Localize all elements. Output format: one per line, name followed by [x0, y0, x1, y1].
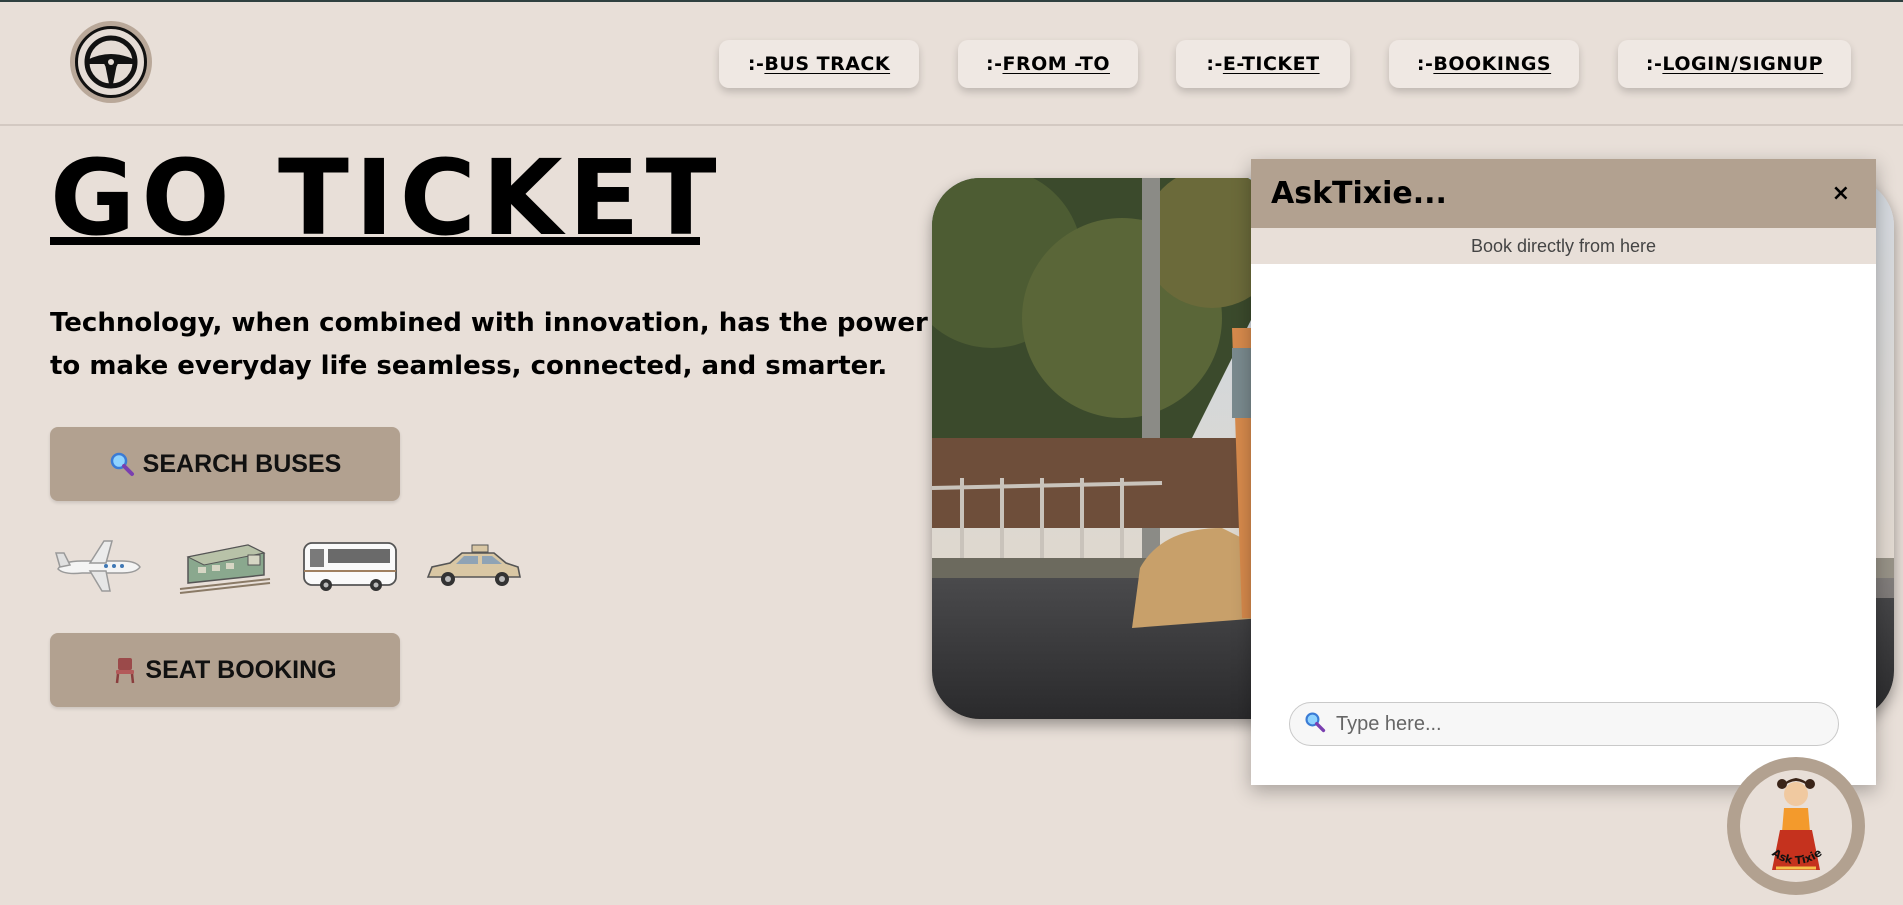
bus-icon — [300, 535, 400, 595]
steering-wheel-icon — [75, 26, 147, 98]
magnifier-icon — [109, 451, 135, 477]
nav-label: BOOKINGS — [1433, 53, 1552, 75]
ask-tixie-button[interactable]: Ask Tixie — [1727, 757, 1865, 895]
airplane-icon — [52, 535, 144, 595]
chat-title: AskTixie... — [1271, 176, 1447, 211]
nav-from-to[interactable]: :- FROM -TO — [958, 40, 1138, 88]
chair-icon — [113, 656, 137, 684]
chat-panel: AskTixie... × Book directly from here — [1251, 159, 1876, 785]
nav-login-signup[interactable]: :- LOGIN/SIGNUP — [1618, 40, 1851, 88]
nav-prefix: :- — [986, 53, 1003, 75]
nav-label: E-TICKET — [1222, 53, 1320, 75]
chat-subtitle: Book directly from here — [1251, 228, 1876, 264]
close-icon[interactable]: × — [1826, 181, 1856, 206]
search-icon — [1304, 711, 1326, 737]
seat-booking-label: SEAT BOOKING — [145, 655, 337, 684]
tixie-avatar: Ask Tixie — [1740, 770, 1852, 882]
chat-header: AskTixie... × — [1251, 159, 1876, 228]
nav-label: BUS TRACK — [764, 53, 891, 75]
chat-messages — [1251, 264, 1876, 644]
nav-prefix: :- — [1645, 53, 1663, 75]
svg-text:Ask Tixie: Ask Tixie — [1770, 846, 1825, 867]
chat-input[interactable] — [1334, 711, 1824, 737]
nav-label: LOGIN/SIGNUP — [1662, 53, 1824, 75]
nav-e-ticket[interactable]: :- E-TICKET — [1176, 40, 1350, 88]
taxi-icon — [424, 535, 524, 595]
ask-tixie-label: Ask Tixie — [1770, 846, 1825, 867]
train-icon — [178, 535, 272, 595]
logo[interactable] — [70, 21, 152, 103]
nav-bus-track[interactable]: :- BUS TRACK — [719, 40, 919, 88]
nav-prefix: :- — [1416, 53, 1434, 75]
top-navbar: :- BUS TRACK :- FROM -TO :- E-TICKET :- … — [0, 2, 1903, 126]
nav-prefix: :- — [747, 53, 765, 75]
hero-tagline: Technology, when combined with innovatio… — [50, 308, 928, 381]
chat-input-container[interactable] — [1289, 702, 1839, 746]
nav-bookings[interactable]: :- BOOKINGS — [1389, 40, 1579, 88]
nav-prefix: :- — [1206, 53, 1223, 75]
seat-booking-button[interactable]: SEAT BOOKING — [50, 633, 400, 707]
hero-title-underline — [50, 237, 700, 245]
nav-label: FROM -TO — [1002, 53, 1110, 75]
search-buses-button[interactable]: SEARCH BUSES — [50, 427, 400, 501]
search-buses-label: SEARCH BUSES — [142, 449, 342, 478]
